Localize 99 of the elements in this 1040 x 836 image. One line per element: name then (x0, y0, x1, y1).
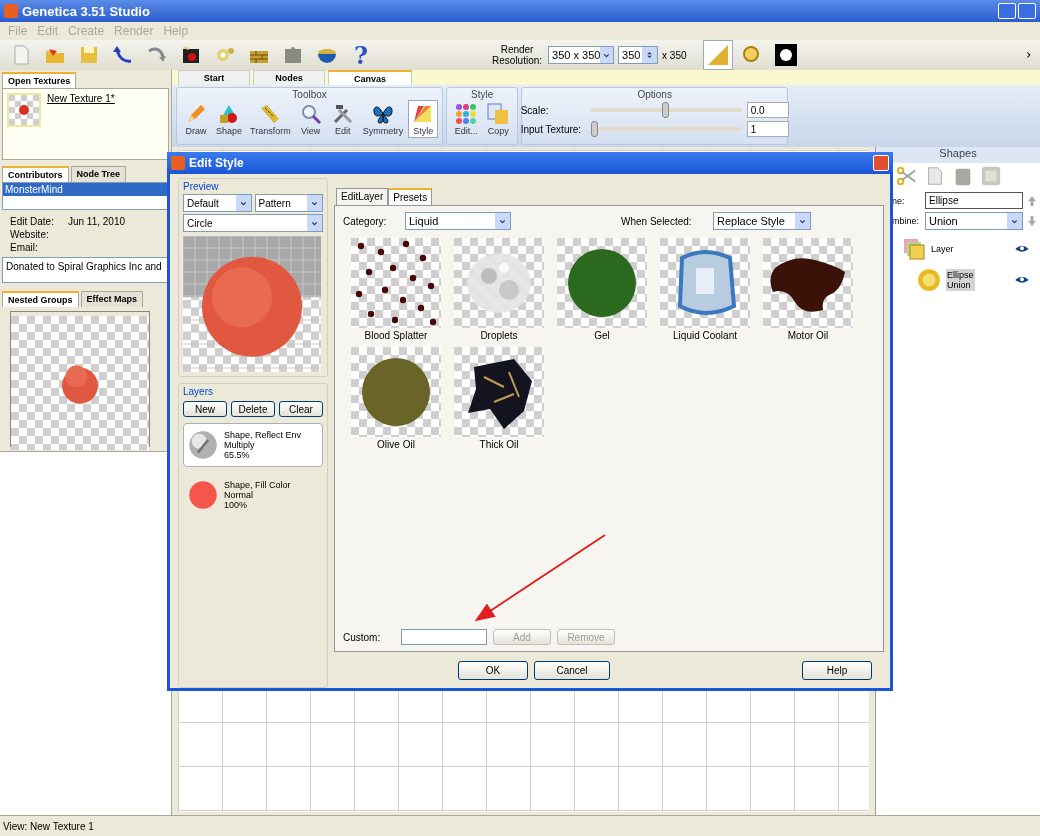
field-value: Jun 11, 2010 (67, 216, 125, 227)
help-button[interactable]: ? (354, 40, 369, 70)
layer-description: Shape, Reflect Env Multiply 65.5% (224, 430, 302, 460)
tree-item[interactable]: Layer (930, 243, 955, 255)
category-dropdown[interactable]: Liquid (405, 212, 511, 230)
preset-label: Olive Oil (377, 439, 415, 450)
tool-button[interactable]: Draw (181, 100, 211, 138)
color-grid-icon (454, 102, 479, 126)
minimize-button[interactable] (998, 3, 1016, 19)
help-button[interactable]: Help (802, 660, 872, 680)
texture-swatch[interactable] (557, 238, 647, 328)
group-title: Style (471, 89, 494, 100)
group-title: Preview (183, 181, 220, 192)
mask-icon[interactable] (773, 43, 798, 67)
panel-tab[interactable]: Node Tree (70, 166, 126, 182)
field-label: mbine: (892, 216, 920, 226)
preset-label: Motor Oil (787, 330, 829, 341)
ok-button[interactable]: OK (458, 660, 528, 680)
dialog-tab[interactable]: EditLayer (336, 188, 389, 205)
ribbon-tab[interactable]: Canvas (328, 70, 412, 85)
tool-button[interactable]: Style (408, 100, 439, 138)
texture-swatch[interactable] (454, 238, 544, 328)
panel-title: Shapes (876, 147, 1040, 163)
texture-swatch[interactable] (763, 238, 853, 328)
layers-icon (902, 237, 926, 261)
shape-dropdown[interactable]: Circle (183, 214, 323, 232)
preset-label: Liquid Coolant (673, 330, 737, 341)
combine-dropdown[interactable]: Union (925, 212, 1023, 230)
texture-swatch[interactable] (660, 238, 750, 328)
number-field[interactable]: 1 (746, 121, 789, 137)
field-label: Edit Date: (10, 216, 54, 227)
resolution-label: Render Resolution: (491, 44, 544, 66)
slider-thumb[interactable] (590, 121, 598, 137)
field-label: Email: (10, 242, 39, 253)
when-selected-dropdown[interactable]: Replace Style (713, 212, 811, 230)
ribbon-tab[interactable]: Nodes (253, 70, 325, 85)
tool-button[interactable]: Shape (213, 100, 246, 138)
tool-button[interactable]: Transform (247, 100, 294, 138)
texture-swatch[interactable] (351, 347, 441, 437)
field-label: Custom: (343, 631, 382, 643)
app-icon (171, 156, 185, 170)
copy-style-button[interactable]: Copy (483, 100, 514, 138)
fill-color-icon (188, 480, 218, 510)
preset-label: Droplets (480, 330, 518, 341)
resolution-dropdown[interactable]: 350 x 350 (548, 46, 615, 64)
style-layer-entry[interactable]: Shape, Reflect Env Multiply 65.5% (183, 423, 323, 467)
scissors-icon[interactable] (896, 165, 918, 187)
texture-link[interactable]: New Texture 1* (47, 93, 115, 104)
tool-button[interactable]: View (295, 100, 326, 138)
tool-button[interactable]: Symmetry (359, 100, 407, 138)
field-label: Category: (343, 215, 388, 227)
texture-swatch[interactable] (454, 347, 544, 437)
layer-button[interactable]: New (183, 401, 227, 417)
layer-button[interactable]: Clear (279, 401, 323, 417)
layer-description: Shape, Fill Color Normal 100% (224, 480, 291, 510)
group-title: Toolbox (292, 89, 327, 100)
restore-button[interactable] (1018, 3, 1036, 19)
group-title: Layers (183, 386, 214, 397)
field-label: Website: (10, 229, 50, 240)
edit-style-button[interactable]: Edit... (451, 100, 482, 138)
texture-swatch[interactable] (351, 238, 441, 328)
status-text: View: New Texture 1 (0, 815, 1040, 836)
preset-label: Gel (594, 330, 610, 341)
panel-tab[interactable]: Nested Groups (2, 291, 79, 307)
panel-tab[interactable]: Contributors (2, 166, 69, 182)
tree-item[interactable]: Ellipse Union (946, 269, 975, 291)
cancel-button[interactable]: Cancel (534, 660, 610, 680)
preview-dropdown[interactable]: Pattern (254, 194, 323, 212)
tool-button[interactable]: Edit (327, 100, 358, 138)
custom-field[interactable] (401, 629, 487, 645)
notes-field[interactable]: Donated to Spiral Graphics Inc and (2, 257, 169, 283)
dialog-title: Edit Style (189, 156, 244, 170)
ribbon-tab[interactable]: Start (178, 70, 250, 85)
field-label: When Selected: (621, 215, 693, 227)
preset-label: Blood Splatter (364, 330, 428, 341)
contributor-item[interactable]: MonsterMind (3, 183, 168, 196)
close-button[interactable] (873, 155, 889, 171)
app-icon (4, 4, 18, 18)
dialog-tab[interactable]: Presets (388, 188, 433, 205)
group-title: Options (637, 89, 672, 100)
option-label: Input Texture: (520, 123, 583, 135)
panel-tab[interactable]: Open Textures (2, 72, 77, 88)
panel-tab[interactable]: Effect Maps (80, 291, 144, 307)
field-label: ne: (892, 195, 906, 206)
preview-dropdown[interactable]: Default (183, 194, 252, 212)
option-label: Scale: (520, 104, 550, 116)
copy-icon (486, 102, 511, 126)
slider-thumb[interactable] (662, 102, 670, 118)
texture-thumbnail[interactable] (7, 93, 41, 127)
style-layer-entry[interactable]: Shape, Fill Color Normal 100% (183, 473, 323, 517)
ellipse-shape-icon (916, 267, 942, 293)
layer-button[interactable]: Delete (231, 401, 275, 417)
width-spinner[interactable]: 350 (618, 46, 659, 64)
chrome-sphere-icon (188, 430, 218, 460)
name-field[interactable]: Ellipse (925, 192, 1023, 209)
height-label: x 350 (662, 49, 687, 61)
preset-label: Thick Oil (479, 439, 519, 450)
number-field[interactable]: 0.0 (746, 102, 789, 118)
window-title: Genetica 3.51 Studio (22, 3, 150, 19)
